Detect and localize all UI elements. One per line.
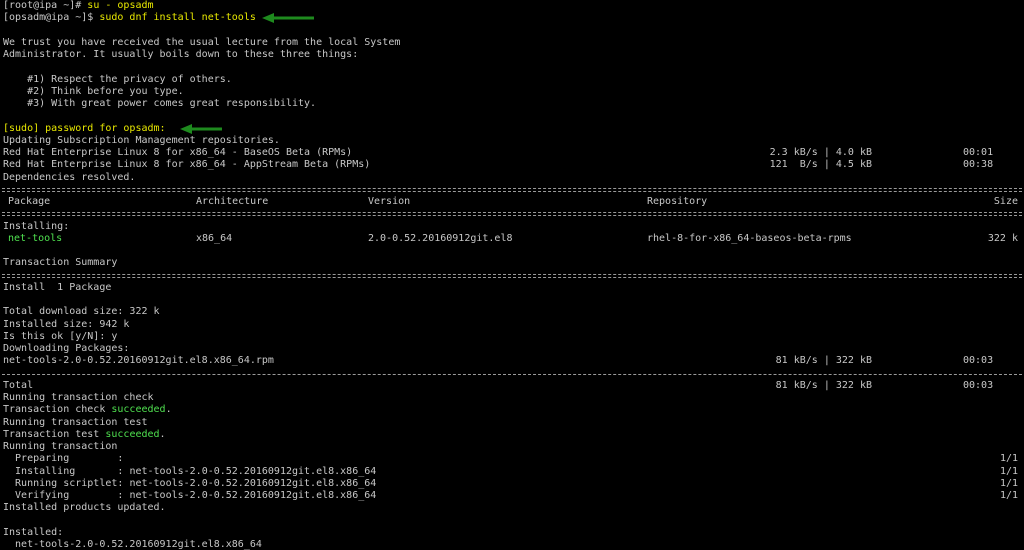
header-package: Package: [8, 196, 51, 207]
transaction-step: Installing : net-tools-2.0-0.52.20160912…: [0, 466, 1024, 478]
lecture-rule: #3) With great power comes great respons…: [3, 98, 317, 109]
check-status: succeeded: [111, 404, 166, 416]
repo-time: 00:01: [963, 147, 994, 158]
total-rate-size: 81 kB/s | 322 kB: [775, 379, 872, 391]
installed-size: Installed size: 942 k: [3, 318, 130, 330]
check-result: Transaction check succeeded.: [3, 404, 172, 416]
total-line: Total 81 kB/s | 322 kB 00:03: [0, 380, 1024, 392]
rpm-name: net-tools-2.0-0.52.20160912git.el8.x86_6…: [3, 355, 274, 367]
step-package: net-tools-2.0-0.52.20160912git.el8.x86_6…: [123, 477, 377, 489]
transaction-step: Preparing : 1/1: [0, 453, 1024, 465]
double-separator: [0, 208, 1024, 220]
repo-updating: Updating Subscription Management reposit…: [3, 134, 280, 146]
step-count: 1/1: [999, 453, 1018, 465]
step-count: 1/1: [999, 465, 1018, 477]
user-prompt: [opsadm@ipa ~]$: [3, 12, 94, 24]
terminal-line: [root@ipa ~]# su - opsadm: [0, 0, 1024, 12]
step-label: Verifying :: [3, 490, 124, 501]
installed-label: Installed:: [3, 526, 64, 538]
installed-package: net-tools-2.0-0.52.20160912git.el8.x86_6…: [3, 539, 262, 550]
dnf-command: sudo dnf install net-tools: [93, 12, 256, 24]
check-prefix: Transaction check: [3, 404, 112, 416]
root-prompt: [root@ipa ~]#: [3, 0, 82, 11]
step-label: Running scriptlet:: [3, 477, 124, 489]
total-time: 00:03: [963, 379, 994, 391]
row-package: net-tools: [8, 232, 63, 244]
repo-time: 00:38: [963, 159, 994, 171]
su-command: su - opsadm: [81, 0, 154, 11]
total-size: 322 kB: [835, 379, 872, 391]
lecture-line: We trust you have received the usual lec…: [3, 36, 401, 48]
row-size: 322 k: [987, 232, 1018, 244]
step-package: net-tools-2.0-0.52.20160912git.el8.x86_6…: [123, 465, 377, 477]
download-size: Total download size: 322 k: [3, 306, 160, 318]
lecture-line: Administrator. It usually boils down to …: [3, 49, 359, 60]
terminal-window[interactable]: [root@ipa ~]# su - opsadm [opsadm@ipa ~]…: [0, 0, 1024, 550]
repo-rate: 121 B/s: [769, 159, 818, 171]
installing-label: Installing:: [3, 220, 70, 232]
header-version: Version: [368, 196, 411, 207]
lecture-rule: #1) Respect the privacy of others.: [3, 73, 232, 85]
row-repository: rhel-8-for-x86_64-baseos-beta-rpms: [647, 232, 852, 244]
lecture-rule: #2) Think before you type.: [3, 85, 184, 97]
table-row: net-tools x86_64 2.0-0.52.20160912git.el8 r…: [0, 233, 1024, 245]
repo-rate: 2.3 kB/s: [769, 147, 818, 158]
test-prefix: Transaction test: [3, 428, 106, 440]
row-architecture: x86_64: [196, 232, 233, 244]
repo-line: Red Hat Enterprise Linux 8 for x86_64 - …: [0, 147, 1024, 159]
products-updated: Installed products updated.: [3, 502, 166, 514]
running-check: Running transaction check: [3, 392, 154, 403]
terminal-line: [opsadm@ipa ~]$ sudo dnf install net-too…: [0, 12, 1024, 24]
header-size: Size: [993, 196, 1018, 207]
transaction-step: Verifying : net-tools-2.0-0.52.20160912g…: [0, 490, 1024, 502]
double-separator: [0, 184, 1024, 196]
rpm-rate-size: 81 kB/s | 322 kB: [775, 355, 872, 367]
summary-title: Transaction Summary: [3, 257, 118, 269]
repo-rate-size: 2.3 kB/s | 4.0 kB: [769, 147, 872, 158]
downloading-label: Downloading Packages:: [3, 343, 130, 354]
step-package: net-tools-2.0-0.52.20160912git.el8.x86_6…: [123, 490, 377, 501]
test-status: succeeded: [105, 428, 160, 440]
repo-name: Red Hat Enterprise Linux 8 for x86_64 - …: [3, 159, 371, 171]
install-count: Install 1 Package: [3, 281, 112, 293]
repo-line: Red Hat Enterprise Linux 8 for x86_64 - …: [0, 159, 1024, 171]
rpm-size: 322 kB: [835, 355, 872, 367]
transaction-step: Running scriptlet: net-tools-2.0-0.52.20…: [0, 478, 1024, 490]
row-version: 2.0-0.52.20160912git.el8: [368, 232, 513, 244]
repo-name: Red Hat Enterprise Linux 8 for x86_64 - …: [3, 147, 353, 158]
total-rate: 81 kB/s: [775, 379, 818, 391]
running-test: Running transaction test: [3, 416, 148, 428]
header-architecture: Architecture: [196, 196, 269, 207]
terminal-line: [sudo] password for opsadm:: [0, 123, 1024, 135]
step-label: Preparing :: [3, 453, 124, 465]
step-count: 1/1: [999, 477, 1018, 489]
single-separator: [0, 368, 1024, 380]
total-label: Total: [3, 379, 34, 391]
deps-resolved: Dependencies resolved.: [3, 171, 136, 183]
download-line: net-tools-2.0-0.52.20160912git.el8.x86_6…: [0, 355, 1024, 367]
table-header: Package Architecture Version Repository Size: [0, 196, 1024, 208]
green-arrow-icon: [180, 123, 222, 135]
step-label: Installing :: [3, 465, 124, 477]
double-separator: [0, 270, 1024, 282]
sudo-password-prompt: [sudo] password for opsadm:: [3, 122, 166, 134]
repo-rate-size: 121 B/s | 4.5 kB: [769, 159, 872, 171]
running-transaction: Running transaction: [3, 441, 118, 452]
confirm-prompt: Is this ok [y/N]: y: [3, 330, 118, 342]
rpm-rate: 81 kB/s: [775, 355, 818, 367]
repo-size: 4.0 kB: [835, 147, 872, 158]
step-count: 1/1: [999, 490, 1018, 501]
test-result: Transaction test succeeded.: [3, 428, 166, 440]
rpm-time: 00:03: [963, 355, 994, 367]
header-repository: Repository: [647, 196, 708, 207]
repo-size: 4.5 kB: [835, 159, 872, 171]
green-arrow-icon: [262, 12, 314, 24]
